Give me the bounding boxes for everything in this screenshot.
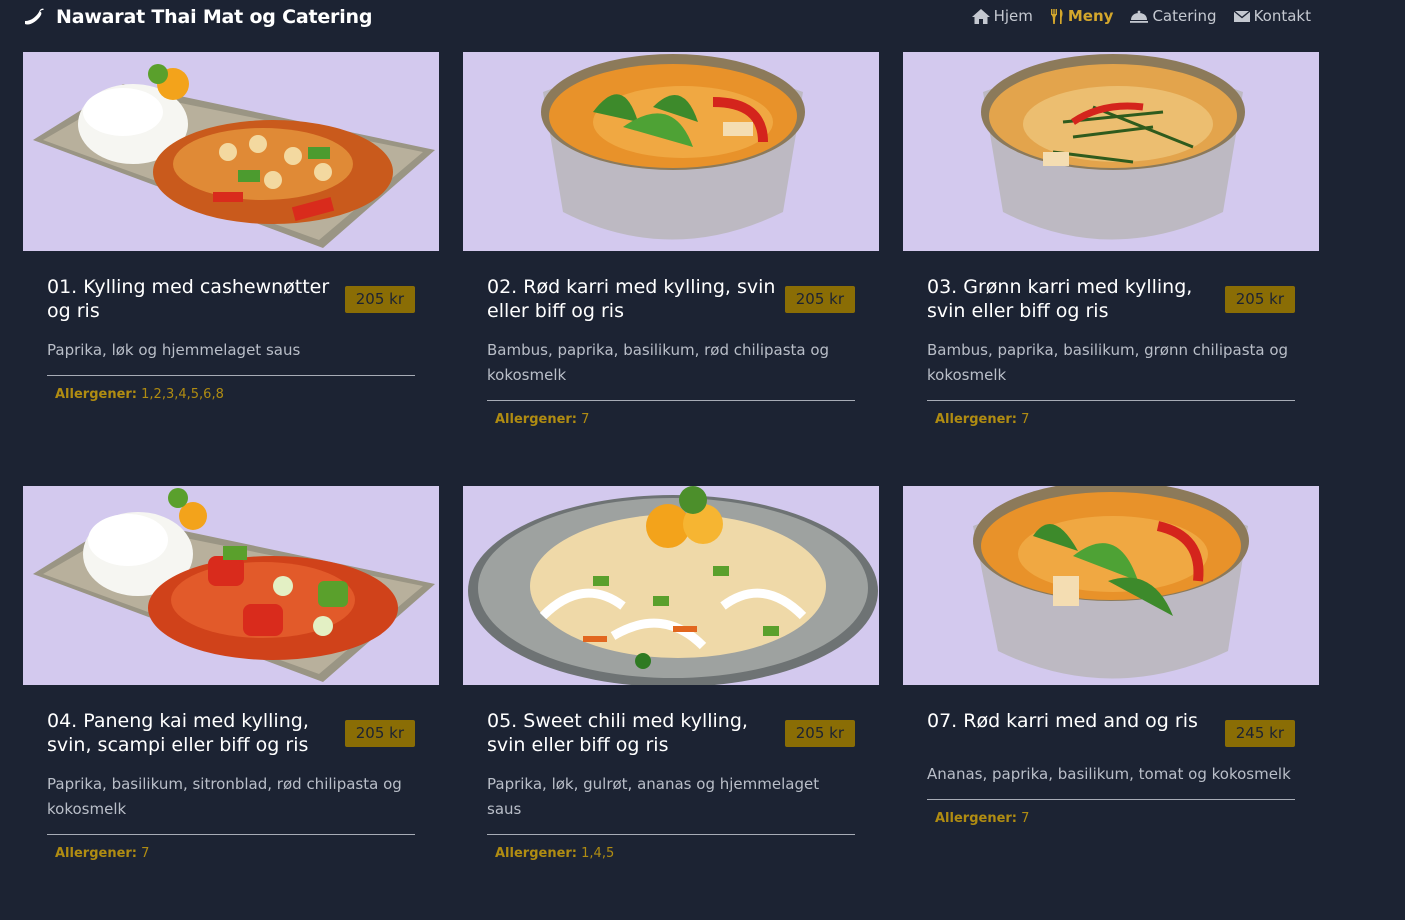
home-icon bbox=[971, 8, 991, 25]
card-header: 07. Rød karri med and og ris 245 kr bbox=[927, 709, 1295, 747]
card-body: 05. Sweet chili med kylling, svin eller … bbox=[487, 709, 855, 861]
dish-photo bbox=[463, 486, 879, 685]
card-body: 04. Paneng kai med kylling, svin, scampi… bbox=[47, 709, 415, 861]
allergens-value: 7 bbox=[581, 412, 590, 427]
dish-photo bbox=[903, 486, 1319, 685]
card-header: 01. Kylling med cashewnøtter og ris 205 … bbox=[47, 275, 415, 323]
allergens-value: 7 bbox=[1021, 811, 1030, 826]
nav-menu-link[interactable]: Meny bbox=[1049, 7, 1114, 25]
dish-name: 07. Rød karri med and og ris bbox=[927, 710, 1198, 732]
chili-pepper-icon bbox=[22, 6, 46, 28]
divider bbox=[47, 375, 415, 376]
nav-home-link[interactable]: Hjem bbox=[971, 7, 1033, 25]
card-body: 02. Rød karri med kylling, svin eller bi… bbox=[487, 275, 855, 427]
menu-card: 05. Sweet chili med kylling, svin eller … bbox=[463, 486, 879, 920]
nav-contact-label: Kontakt bbox=[1253, 7, 1311, 25]
menu-card: 04. Paneng kai med kylling, svin, scampi… bbox=[23, 486, 439, 920]
price-badge: 205 kr bbox=[344, 720, 415, 747]
price-badge: 245 kr bbox=[1224, 720, 1295, 747]
allergens-line: Allergener: 1,2,3,4,5,6,8 bbox=[55, 387, 415, 402]
dish-photo bbox=[903, 52, 1319, 251]
dish-name: 03. Grønn karri med kylling, svin eller … bbox=[927, 276, 1193, 322]
allergens-value: 7 bbox=[141, 846, 150, 861]
allergens-label: Allergener: bbox=[495, 412, 578, 427]
card-header: 05. Sweet chili med kylling, svin eller … bbox=[487, 709, 855, 757]
nav-contact-link[interactable]: Kontakt bbox=[1233, 7, 1311, 25]
dish-description: Paprika, løk, gulrøt, ananas og hjemmela… bbox=[487, 775, 820, 818]
price-badge: 205 kr bbox=[784, 720, 855, 747]
nav-menu-label: Meny bbox=[1067, 7, 1114, 25]
dish-name: 04. Paneng kai med kylling, svin, scampi… bbox=[47, 710, 309, 756]
nav-catering-link[interactable]: Catering bbox=[1129, 7, 1217, 25]
top-navbar: Nawarat Thai Mat og Catering Hjem Meny C… bbox=[0, 0, 1405, 36]
card-header: 02. Rød karri med kylling, svin eller bi… bbox=[487, 275, 855, 323]
menu-card: 02. Rød karri med kylling, svin eller bi… bbox=[463, 52, 879, 486]
card-header: 03. Grønn karri med kylling, svin eller … bbox=[927, 275, 1295, 323]
dish-description: Paprika, basilikum, sitronblad, rød chil… bbox=[47, 775, 402, 818]
card-body: 03. Grønn karri med kylling, svin eller … bbox=[927, 275, 1295, 427]
menu-card: 03. Grønn karri med kylling, svin eller … bbox=[903, 52, 1319, 486]
allergens-label: Allergener: bbox=[55, 387, 138, 402]
dish-description: Bambus, paprika, basilikum, rød chilipas… bbox=[487, 341, 830, 384]
price-badge: 205 kr bbox=[784, 286, 855, 313]
price-badge: 205 kr bbox=[1224, 286, 1295, 313]
card-body: 01. Kylling med cashewnøtter og ris 205 … bbox=[47, 275, 415, 402]
allergens-value: 7 bbox=[1021, 412, 1030, 427]
menu-grid: 01. Kylling med cashewnøtter og ris 205 … bbox=[23, 52, 1319, 920]
divider bbox=[927, 400, 1295, 401]
dish-photo bbox=[23, 486, 439, 685]
price-badge: 205 kr bbox=[344, 286, 415, 313]
nav-home-label: Hjem bbox=[993, 7, 1033, 25]
divider bbox=[47, 834, 415, 835]
dish-name: 05. Sweet chili med kylling, svin eller … bbox=[487, 710, 748, 756]
allergens-label: Allergener: bbox=[495, 846, 578, 861]
allergens-value: 1,2,3,4,5,6,8 bbox=[141, 387, 224, 402]
divider bbox=[927, 799, 1295, 800]
allergens-label: Allergener: bbox=[55, 846, 138, 861]
allergens-line: Allergener: 7 bbox=[495, 412, 855, 427]
dish-description: Bambus, paprika, basilikum, grønn chilip… bbox=[927, 341, 1289, 384]
brand-name: Nawarat Thai Mat og Catering bbox=[56, 6, 373, 28]
cloche-icon bbox=[1129, 8, 1149, 25]
dish-description: Paprika, løk og hjemmelaget saus bbox=[47, 341, 301, 359]
dish-description: Ananas, paprika, basilikum, tomat og kok… bbox=[927, 765, 1291, 783]
dish-photo bbox=[23, 52, 439, 251]
dish-name: 02. Rød karri med kylling, svin eller bi… bbox=[487, 276, 776, 322]
card-body: 07. Rød karri med and og ris 245 kr Anan… bbox=[927, 709, 1295, 826]
menu-card: 07. Rød karri med and og ris 245 kr Anan… bbox=[903, 486, 1319, 920]
allergens-line: Allergener: 7 bbox=[55, 846, 415, 861]
allergens-line: Allergener: 7 bbox=[935, 412, 1295, 427]
nav-catering-label: Catering bbox=[1152, 7, 1217, 25]
card-header: 04. Paneng kai med kylling, svin, scampi… bbox=[47, 709, 415, 757]
allergens-line: Allergener: 1,4,5 bbox=[495, 846, 855, 861]
main-nav: Hjem Meny Catering Kontakt bbox=[971, 7, 1311, 25]
allergens-line: Allergener: 7 bbox=[935, 811, 1295, 826]
utensils-icon bbox=[1049, 8, 1065, 25]
menu-card: 01. Kylling med cashewnøtter og ris 205 … bbox=[23, 52, 439, 486]
dish-name: 01. Kylling med cashewnøtter og ris bbox=[47, 276, 330, 322]
dish-photo bbox=[463, 52, 879, 251]
allergens-value: 1,4,5 bbox=[581, 846, 615, 861]
allergens-label: Allergener: bbox=[935, 412, 1018, 427]
envelope-icon bbox=[1233, 8, 1251, 25]
divider bbox=[487, 400, 855, 401]
brand-link[interactable]: Nawarat Thai Mat og Catering bbox=[22, 6, 372, 28]
divider bbox=[487, 834, 855, 835]
allergens-label: Allergener: bbox=[935, 811, 1018, 826]
